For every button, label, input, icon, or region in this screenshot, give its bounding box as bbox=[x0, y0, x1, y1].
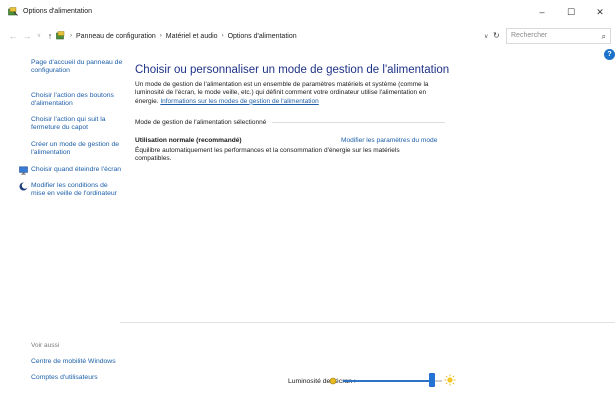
plan-description: Équilibre automatiquement les performanc… bbox=[135, 147, 400, 163]
back-button[interactable]: ← bbox=[8, 30, 18, 42]
info-link[interactable]: Informations sur les modes de gestion de… bbox=[160, 98, 318, 105]
dim-brightness-icon bbox=[329, 377, 337, 385]
window-title: Options d'alimentation bbox=[23, 8, 93, 15]
sidebar-item-power-buttons[interactable]: Choisir l'action des boutons d'alimentat… bbox=[31, 92, 123, 109]
breadcrumb-control-panel[interactable]: Panneau de configuration bbox=[76, 33, 156, 40]
breadcrumb-separator: › bbox=[159, 33, 162, 39]
search-icon[interactable]: ⌕ bbox=[602, 32, 606, 42]
see-also-user-accounts[interactable]: Comptes d'utilisateurs bbox=[31, 374, 123, 382]
sidebar-item-lid-close[interactable]: Choisir l'action qui suit la fermeture d… bbox=[31, 116, 123, 133]
moon-icon bbox=[19, 182, 28, 191]
breadcrumb-power-options[interactable]: Options d'alimentation bbox=[228, 33, 297, 40]
power-options-icon bbox=[8, 7, 18, 16]
sidebar-item-control-panel-home[interactable]: Page d'accueil du panneau de configurati… bbox=[31, 59, 123, 76]
divider bbox=[120, 322, 615, 323]
plan-name: Utilisation normale (recommandé) bbox=[135, 137, 242, 144]
sidebar-item-create-plan[interactable]: Créer un mode de gestion de l'alimentati… bbox=[31, 141, 123, 158]
section-title: Mode de gestion de l'alimentation sélect… bbox=[135, 119, 267, 126]
edit-plan-settings-link[interactable]: Modifier les paramètres du mode bbox=[341, 137, 437, 144]
refresh-icon[interactable]: ↻ bbox=[493, 31, 500, 40]
maximize-button[interactable]: ☐ bbox=[563, 4, 579, 20]
sidebar-item-sleep-settings[interactable]: Modifier les conditions de mise en veill… bbox=[31, 182, 123, 199]
sidebar: Page d'accueil du panneau de configurati… bbox=[0, 48, 125, 393]
selected-plan-section: Mode de gestion de l'alimentation sélect… bbox=[135, 119, 445, 126]
page-title: Choisir ou personnaliser un mode de gest… bbox=[135, 64, 450, 76]
help-icon[interactable]: ? bbox=[604, 49, 615, 60]
brightness-slider-thumb[interactable] bbox=[429, 373, 436, 387]
search-input[interactable]: Rechercher bbox=[511, 32, 547, 39]
minimize-button[interactable]: – bbox=[534, 4, 550, 20]
title-bar: Options d'alimentation – ☐ ✕ bbox=[0, 0, 615, 24]
forward-button[interactable]: → bbox=[22, 30, 32, 42]
brightness-slider[interactable] bbox=[343, 380, 442, 382]
monitor-icon bbox=[19, 166, 28, 175]
up-button[interactable]: ↑ bbox=[45, 30, 55, 42]
section-divider bbox=[272, 122, 445, 123]
address-bar-row: ← → ∨ ↑ › Panneau de configuration › Mat… bbox=[0, 24, 615, 48]
see-also-mobility-center[interactable]: Centre de mobilité Windows bbox=[31, 358, 123, 366]
control-panel-icon bbox=[56, 31, 65, 40]
brightness-slider-fill bbox=[343, 380, 433, 382]
bright-brightness-icon bbox=[444, 374, 456, 386]
breadcrumb-separator: › bbox=[221, 33, 224, 39]
close-button[interactable]: ✕ bbox=[592, 4, 608, 20]
page-description: Un mode de gestion de l'alimentation est… bbox=[135, 81, 445, 106]
sidebar-item-display-off[interactable]: Choisir quand éteindre l'écran bbox=[31, 166, 123, 174]
breadcrumb-hardware-sound[interactable]: Matériel et audio bbox=[166, 33, 218, 40]
breadcrumb-separator: › bbox=[70, 33, 72, 39]
breadcrumb: › Panneau de configuration › Matériel et… bbox=[56, 31, 297, 41]
see-also-heading: Voir aussi bbox=[31, 342, 60, 349]
address-dropdown-icon[interactable]: ∨ bbox=[484, 33, 488, 40]
search-box[interactable]: Rechercher ⌕ bbox=[506, 28, 611, 44]
recent-locations-chevron-icon[interactable]: ∨ bbox=[34, 30, 44, 42]
